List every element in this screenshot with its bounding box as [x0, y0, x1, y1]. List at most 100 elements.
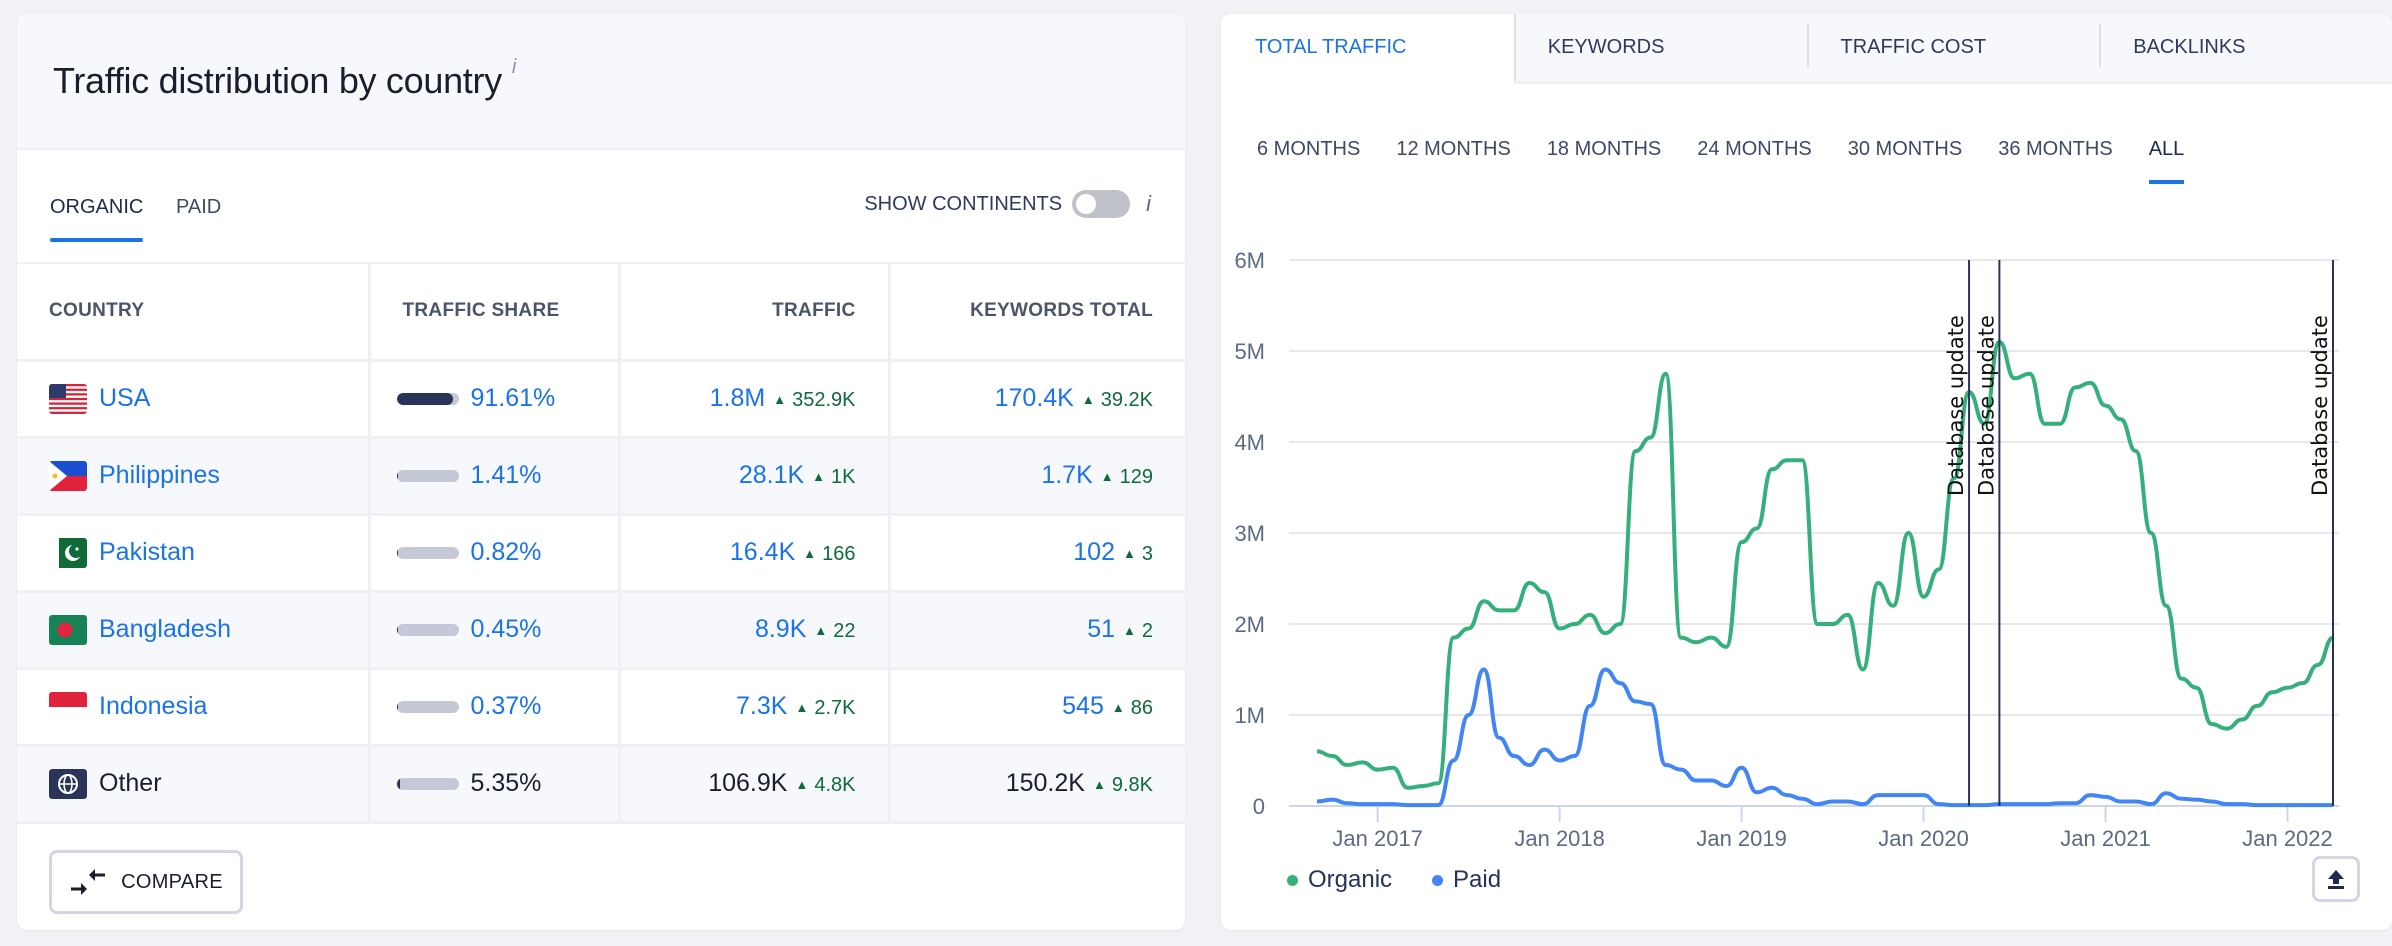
bd-flag-icon — [49, 614, 87, 645]
organic-dot-icon — [1287, 874, 1298, 886]
traffic-share-value[interactable]: 0.37% — [471, 692, 542, 721]
series-line-organic[interactable] — [1316, 339, 2334, 790]
up-triangle-icon: ▲ — [1100, 469, 1114, 484]
tab-paid[interactable]: PAID — [176, 196, 221, 219]
column-header-traffic[interactable]: TRAFFIC — [619, 264, 891, 362]
column-header-traffic-share[interactable]: TRAFFIC SHARE — [369, 264, 621, 362]
table-row: Bangladesh 0.45% 8.9K ▲ 22 51 ▲ 2 — [17, 591, 1185, 670]
y-tick-label: 6M — [1234, 248, 1265, 273]
country-link[interactable]: Pakistan — [99, 538, 195, 567]
annotation-label: Database update — [1974, 315, 1998, 496]
period-24-months[interactable]: 24 MONTHS — [1697, 138, 1811, 161]
country-link[interactable]: Indonesia — [99, 692, 207, 721]
traffic-line-chart: 0 1M 2M 3M 4M 5M 6M Jan 2017 Jan 2018 Jan 2019 Jan… — [1234, 248, 2339, 851]
table-row: Philippines 1.41% 28.1K ▲ 1K 1.7K ▲ 129 — [17, 437, 1185, 516]
column-header-keywords-total[interactable]: KEYWORDS TOTAL — [889, 264, 1185, 362]
keywords-delta: ▲ 2 — [1123, 620, 1153, 642]
traffic-share-value[interactable]: 91.61% — [471, 384, 556, 413]
info-icon[interactable]: i — [512, 56, 516, 79]
x-tick-label: Jan 2018 — [1514, 826, 1605, 851]
period-36-months[interactable]: 36 MONTHS — [1998, 138, 2112, 161]
traffic-cell: 1.8M ▲ 352.9K — [619, 360, 891, 439]
keywords-delta: ▲ 9.8K — [1093, 774, 1153, 796]
traffic-share-bar — [396, 700, 459, 713]
tab-traffic-cost[interactable]: TRAFFIC COST — [1806, 14, 2100, 84]
series-line-paid[interactable] — [1316, 667, 2333, 808]
traffic-share-cell: 1.41% — [369, 437, 621, 516]
export-button[interactable] — [2312, 856, 2360, 902]
keywords-cell: 1.7K ▲ 129 — [889, 437, 1185, 516]
y-tick-label: 0 — [1253, 794, 1265, 819]
traffic-share-cell: 0.37% — [369, 668, 621, 747]
tab-backlinks[interactable]: BACKLINKS — [2099, 14, 2392, 84]
compare-label: COMPARE — [121, 870, 223, 893]
keywords-value[interactable]: 102 — [1073, 538, 1115, 566]
paid-dot-icon — [1432, 874, 1444, 886]
traffic-share-cell: 0.82% — [369, 514, 621, 593]
legend-item-organic[interactable]: Organic — [1287, 866, 1392, 894]
column-header-country[interactable]: COUNTRY — [17, 264, 371, 362]
traffic-value[interactable]: 8.9K — [755, 615, 806, 643]
x-tick-label: Jan 2020 — [1878, 826, 1969, 851]
period-6-months[interactable]: 6 MONTHS — [1257, 138, 1360, 161]
tab-keywords[interactable]: KEYWORDS — [1513, 14, 1807, 84]
up-triangle-icon: ▲ — [1092, 777, 1106, 792]
compare-button[interactable]: COMPARE — [49, 850, 243, 914]
traffic-value[interactable]: 1.8M — [710, 384, 766, 412]
traffic-share-bar — [396, 392, 459, 405]
traffic-share-value: 5.35% — [470, 769, 542, 797]
keywords-delta-value: 86 — [1130, 697, 1153, 719]
tab-organic[interactable]: ORGANIC — [50, 196, 144, 242]
panel-title: Traffic distribution by country — [53, 60, 502, 101]
keywords-delta-value: 39.2K — [1100, 389, 1153, 411]
keywords-cell: 545 ▲ 86 — [889, 668, 1185, 747]
traffic-value[interactable]: 28.1K — [739, 461, 804, 489]
period-selector: 6 MONTHS 12 MONTHS 18 MONTHS 24 MONTHS 3… — [1257, 138, 2184, 184]
traffic-delta-value: 2.7K — [814, 697, 856, 719]
country-link[interactable]: USA — [99, 384, 150, 413]
y-tick-label: 3M — [1234, 521, 1265, 546]
y-tick-label: 2M — [1234, 612, 1265, 637]
info-icon[interactable]: i — [1146, 191, 1151, 217]
keywords-value: 150.2K — [1005, 769, 1085, 797]
keywords-value[interactable]: 51 — [1087, 615, 1115, 643]
traffic-share-value[interactable]: 0.82% — [471, 538, 542, 567]
traffic-share-value[interactable]: 0.45% — [471, 615, 542, 644]
country-link: Other — [99, 769, 162, 797]
keywords-value[interactable]: 545 — [1062, 692, 1104, 720]
keywords-value[interactable]: 1.7K — [1041, 461, 1092, 489]
show-continents-toggle[interactable] — [1072, 190, 1131, 218]
period-all[interactable]: ALL — [2148, 138, 2184, 184]
traffic-chart-panel: TOTAL TRAFFIC KEYWORDS TRAFFIC COST BACK… — [1221, 14, 2392, 930]
country-link[interactable]: Philippines — [99, 461, 220, 490]
traffic-value[interactable]: 7.3K — [736, 692, 787, 720]
country-link[interactable]: Bangladesh — [99, 615, 231, 644]
table-row: USA 91.61% 1.8M ▲ 352.9K 170.4K ▲ 39.2K — [17, 360, 1185, 439]
keywords-cell: 51 ▲ 2 — [889, 591, 1185, 670]
traffic-delta: ▲ 4.8K — [795, 774, 855, 796]
period-18-months[interactable]: 18 MONTHS — [1547, 138, 1661, 161]
ph-flag-icon — [49, 460, 87, 491]
traffic-cell: 106.9K ▲ 4.8K — [619, 745, 891, 824]
country-cell: Bangladesh — [17, 591, 371, 670]
table-row: Pakistan 0.82% 16.4K ▲ 166 102 ▲ 3 — [17, 514, 1185, 593]
keywords-delta-value: 3 — [1141, 543, 1153, 565]
globe-icon — [49, 768, 87, 799]
traffic-delta: ▲ 22 — [814, 620, 855, 642]
traffic-value: 106.9K — [708, 769, 788, 797]
keywords-delta-value: 2 — [1141, 620, 1153, 642]
keywords-value[interactable]: 170.4K — [995, 384, 1074, 412]
traffic-value[interactable]: 16.4K — [730, 538, 795, 566]
period-30-months[interactable]: 30 MONTHS — [1848, 138, 1962, 161]
period-12-months[interactable]: 12 MONTHS — [1396, 138, 1510, 161]
table-header-row: COUNTRY TRAFFIC SHARE TRAFFIC KEYWORDS T… — [17, 264, 1185, 362]
show-continents-label: SHOW CONTINENTS — [864, 192, 1063, 215]
traffic-share-value[interactable]: 1.41% — [471, 461, 542, 490]
up-triangle-icon: ▲ — [1081, 392, 1095, 407]
traffic-share-bar — [396, 469, 459, 482]
traffic-share-cell: 91.61% — [369, 360, 621, 439]
x-tick-label: Jan 2019 — [1696, 826, 1787, 851]
tab-total-traffic[interactable]: TOTAL TRAFFIC — [1221, 14, 1514, 84]
up-triangle-icon: ▲ — [1123, 546, 1136, 561]
legend-item-paid[interactable]: Paid — [1432, 866, 1501, 894]
